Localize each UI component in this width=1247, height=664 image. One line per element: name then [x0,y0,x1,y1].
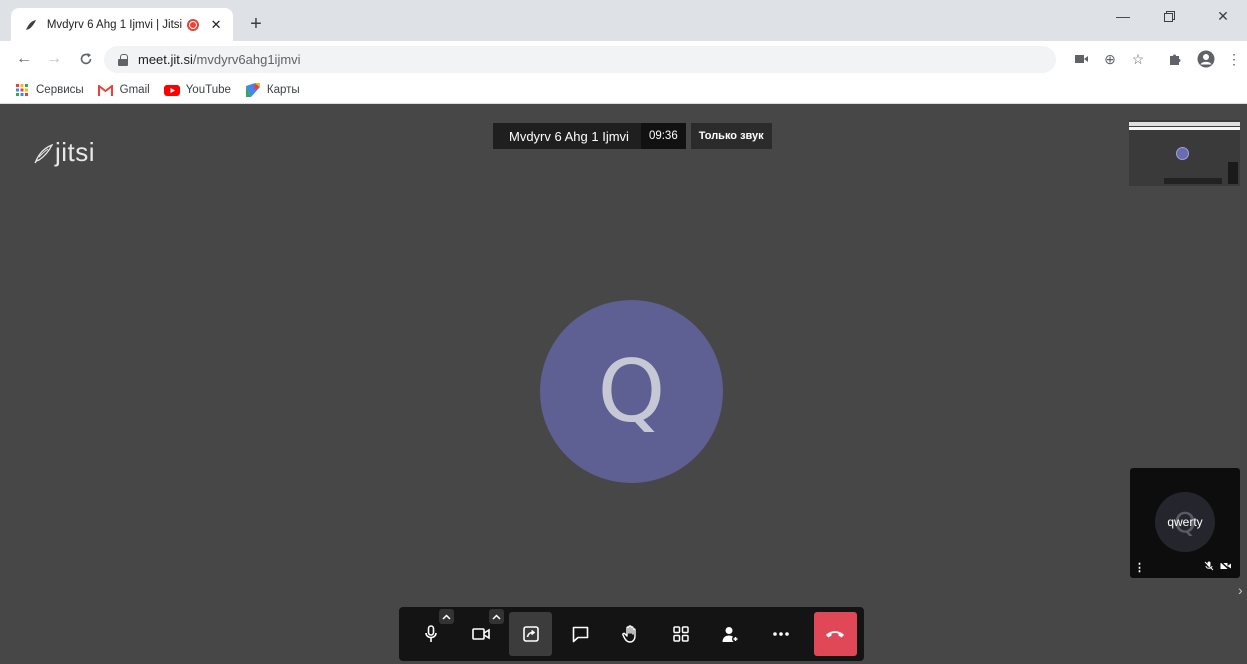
bookmark-maps[interactable]: Карты [245,83,300,97]
camera-button[interactable] [459,609,505,656]
new-tab-button[interactable]: + [244,12,268,36]
raise-hand-icon [622,625,637,643]
jitsi-logo-text: jitsi [55,137,96,167]
url-host: meet.jit.si [138,52,193,67]
meeting-timer: 09:36 [640,123,686,149]
mic-muted-icon [1204,561,1214,571]
conference-stage: jitsi Mvdyrv 6 Ahg 1 Ijmvi 09:36 Только … [0,104,1247,664]
omnibox[interactable]: meet.jit.si/mvdyrv6ahg1ijmvi [104,46,1056,73]
microphone-icon [424,625,437,642]
youtube-icon [163,83,180,97]
tab-close-icon[interactable]: ✕ [207,16,225,34]
dominant-speaker-avatar: Q [540,300,723,483]
filmstrip-toggle-chevron-icon[interactable]: › [1238,582,1243,598]
address-toolbar: ← → meet.jit.si/mvdyrv6ahg1ijmvi ⊕ ☆ ⋮ [0,41,1247,77]
hangup-phone-icon [826,631,845,638]
restore-button[interactable] [1146,0,1192,32]
bookmark-services[interactable]: Сервисы [14,83,84,97]
back-button[interactable]: ← [12,47,36,71]
profile-icon[interactable] [1196,49,1216,69]
subject-bar: Mvdyrv 6 Ahg 1 Ijmvi 09:36 Только звук [493,123,772,149]
tab-title: Mvdyrv 6 Ahg 1 Ijmvi | Jitsi M [46,18,186,31]
audio-only-label: Только звук [690,123,772,149]
reload-button[interactable] [74,47,98,71]
local-video-tile[interactable]: Q qwerty ⋮ [1130,468,1240,578]
share-screen-icon [522,626,539,642]
url-path: /mvdyrv6ahg1ijmvi [192,52,301,67]
bookmark-star-icon[interactable]: ☆ [1128,49,1148,69]
audio-settings-chevron-up-icon[interactable] [439,609,455,624]
camera-in-use-icon[interactable] [1072,49,1092,69]
local-display-name: qwerty [1167,515,1203,529]
share-screen-button[interactable] [509,612,553,656]
recording-indicator-icon [187,18,200,31]
bookmark-label: Gmail [119,84,150,96]
raise-hand-button[interactable] [609,612,652,656]
chat-button[interactable] [559,612,602,656]
video-settings-chevron-up-icon[interactable] [489,609,505,624]
invite-people-button[interactable] [710,612,753,656]
lock-icon [118,53,128,66]
gmail-icon [98,83,114,97]
add-participant-icon [722,626,740,642]
minimize-button[interactable]: — [1100,0,1146,32]
browser-menu-icon[interactable]: ⋮ [1224,49,1244,69]
microphone-button[interactable] [409,609,455,656]
tile-view-button[interactable] [660,612,703,656]
local-status-icons [1204,561,1232,571]
meeting-toolbar [399,607,864,661]
bookmark-label: YouTube [185,84,231,96]
install-app-icon[interactable]: ⊕ [1100,49,1120,69]
apps-icon [14,83,30,97]
extensions-icon[interactable] [1165,49,1185,69]
camera-icon [471,628,490,640]
meeting-subject: Mvdyrv 6 Ahg 1 Ijmvi [493,123,641,149]
forward-button[interactable]: → [42,47,66,71]
screen-share-thumbnail[interactable] [1129,120,1240,186]
jitsi-logo[interactable]: jitsi [33,137,95,168]
bookmark-youtube[interactable]: YouTube [163,83,231,97]
more-actions-button[interactable] [760,612,803,656]
jitsi-favicon-icon [23,17,39,33]
camera-muted-icon [1220,561,1232,571]
bookmarks-bar: Сервисы Gmail YouTube Карты [0,77,1247,104]
jitsi-logo-icon [34,143,54,163]
browser-tab[interactable]: Mvdyrv 6 Ahg 1 Ijmvi | Jitsi M ✕ [11,8,233,41]
browser-tab-strip: Mvdyrv 6 Ahg 1 Ijmvi | Jitsi M ✕ + — ✕ [0,0,1247,41]
local-tile-menu-icon[interactable]: ⋮ [1134,561,1145,574]
more-dots-icon [773,632,790,636]
chat-icon [573,626,589,642]
hangup-button[interactable] [813,612,857,656]
close-window-button[interactable]: ✕ [1200,0,1246,32]
bookmark-label: Карты [266,84,300,96]
bookmark-gmail[interactable]: Gmail [98,83,150,97]
tile-view-icon [673,626,689,642]
bookmark-label: Сервисы [36,84,84,96]
maps-icon [245,83,261,97]
avatar-initial: Q [597,341,666,442]
